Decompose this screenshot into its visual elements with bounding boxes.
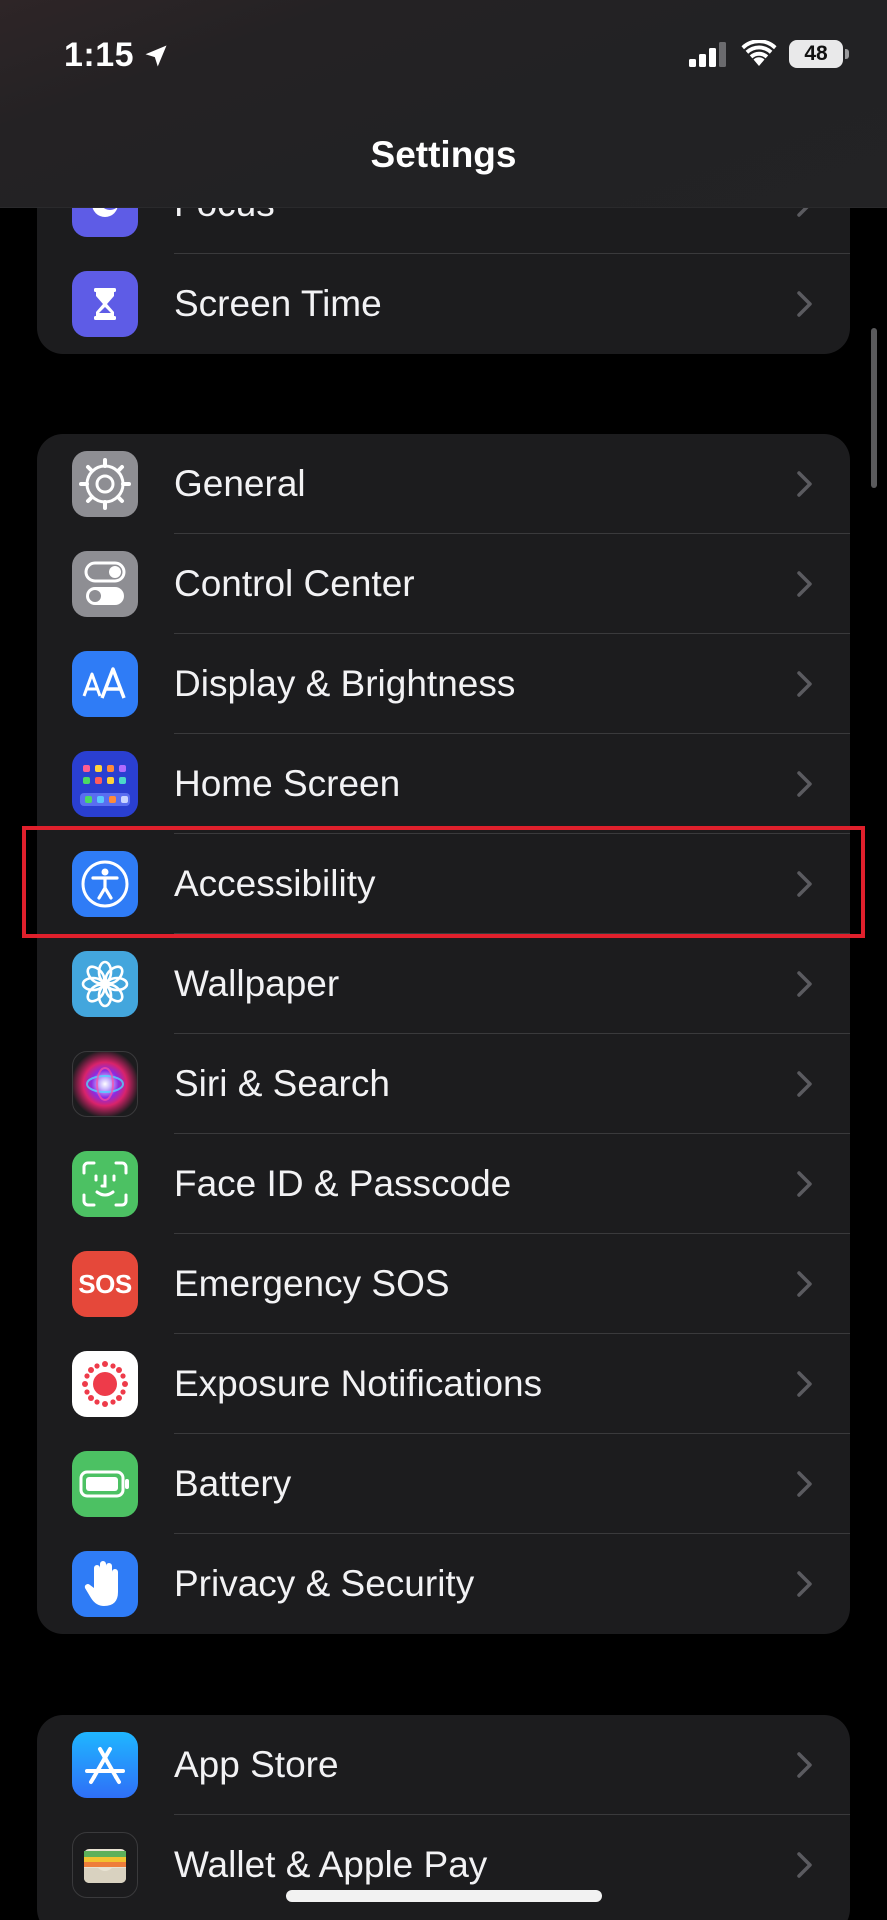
chevron-right-icon — [797, 1471, 812, 1497]
settings-row-battery[interactable]: Battery — [37, 1434, 850, 1534]
battery-level-icon: 48 — [789, 40, 849, 68]
chevron-right-icon — [797, 1852, 812, 1878]
cellular-signal-icon — [689, 42, 726, 67]
chevron-right-icon — [797, 471, 812, 497]
settings-row-label: Home Screen — [174, 763, 401, 804]
settings-row-label: General — [174, 463, 306, 504]
chevron-right-icon — [797, 771, 812, 797]
settings-row-label: Siri & Search — [174, 1063, 390, 1104]
chevron-right-icon — [797, 1371, 812, 1397]
toggles-icon — [72, 551, 138, 617]
settings-row-label: Emergency SOS — [174, 1263, 450, 1304]
settings-row-label: Display & Brightness — [174, 663, 516, 704]
settings-row-privacy-security[interactable]: Privacy & Security — [37, 1534, 850, 1634]
chevron-right-icon — [797, 1752, 812, 1778]
app-store-icon — [72, 1732, 138, 1798]
siri-icon — [72, 1051, 138, 1117]
settings-group-general: General Control Center Display & Brightn… — [37, 434, 850, 1634]
settings-row-label: Control Center — [174, 563, 415, 604]
battery-level-text: 48 — [804, 42, 828, 65]
wallet-icon — [72, 1832, 138, 1898]
chevron-right-icon — [797, 1271, 812, 1297]
accessibility-icon — [72, 851, 138, 917]
home-indicator[interactable] — [286, 1890, 602, 1902]
settings-row-emergency-sos[interactable]: SOS Emergency SOS — [37, 1234, 850, 1334]
flower-icon — [72, 951, 138, 1017]
gear-icon — [72, 451, 138, 517]
hourglass-icon — [72, 271, 138, 337]
navigation-bar: 1:15 48 Settings — [0, 0, 887, 208]
settings-row-exposure-notifications[interactable]: Exposure Notifications — [37, 1334, 850, 1434]
settings-row-label: Battery — [174, 1463, 292, 1504]
status-time-text: 1:15 — [64, 36, 135, 74]
chevron-right-icon — [797, 291, 812, 317]
chevron-right-icon — [797, 971, 812, 997]
settings-row-face-id[interactable]: Face ID & Passcode — [37, 1134, 850, 1234]
settings-row-label: Face ID & Passcode — [174, 1163, 512, 1204]
settings-screen: 1:15 48 Settings Screen Time General Con… — [0, 0, 887, 1920]
settings-row-label: Privacy & Security — [174, 1563, 475, 1604]
app-grid-icon — [72, 751, 138, 817]
chevron-right-icon — [797, 1571, 812, 1597]
status-time: 1:15 — [64, 36, 170, 75]
chevron-right-icon — [797, 871, 812, 897]
battery-icon — [72, 1451, 138, 1517]
settings-row-accessibility[interactable]: Accessibility — [37, 834, 850, 934]
sos-icon: SOS — [72, 1251, 138, 1317]
settings-row-general[interactable]: General — [37, 434, 850, 534]
scroll-indicator[interactable] — [871, 328, 877, 488]
settings-row-app-store[interactable]: App Store — [37, 1715, 850, 1815]
hand-icon — [72, 1551, 138, 1617]
location-arrow-icon — [145, 45, 167, 66]
settings-row-control-center[interactable]: Control Center — [37, 534, 850, 634]
settings-row-siri-search[interactable]: Siri & Search — [37, 1034, 850, 1134]
chevron-right-icon — [797, 571, 812, 597]
settings-row-label: Accessibility — [174, 863, 376, 904]
chevron-right-icon — [797, 671, 812, 697]
settings-row-label: Wallpaper — [174, 963, 340, 1004]
settings-row-home-screen[interactable]: Home Screen — [37, 734, 850, 834]
settings-row-label: Exposure Notifications — [174, 1363, 543, 1404]
exposure-icon — [72, 1351, 138, 1417]
settings-row-screen-time[interactable]: Screen Time — [37, 254, 850, 354]
settings-row-display-brightness[interactable]: Display & Brightness — [37, 634, 850, 734]
settings-row-wallpaper[interactable]: Wallpaper — [37, 934, 850, 1034]
status-indicators: 48 — [689, 40, 849, 68]
sos-icon-text: SOS — [78, 1268, 132, 1299]
text-size-icon — [72, 651, 138, 717]
chevron-right-icon — [797, 1071, 812, 1097]
page-title: Settings — [370, 134, 517, 175]
settings-row-label: Screen Time — [174, 283, 382, 324]
wifi-icon — [741, 40, 777, 66]
settings-row-label: App Store — [174, 1744, 339, 1785]
face-id-icon — [72, 1151, 138, 1217]
chevron-right-icon — [797, 1171, 812, 1197]
